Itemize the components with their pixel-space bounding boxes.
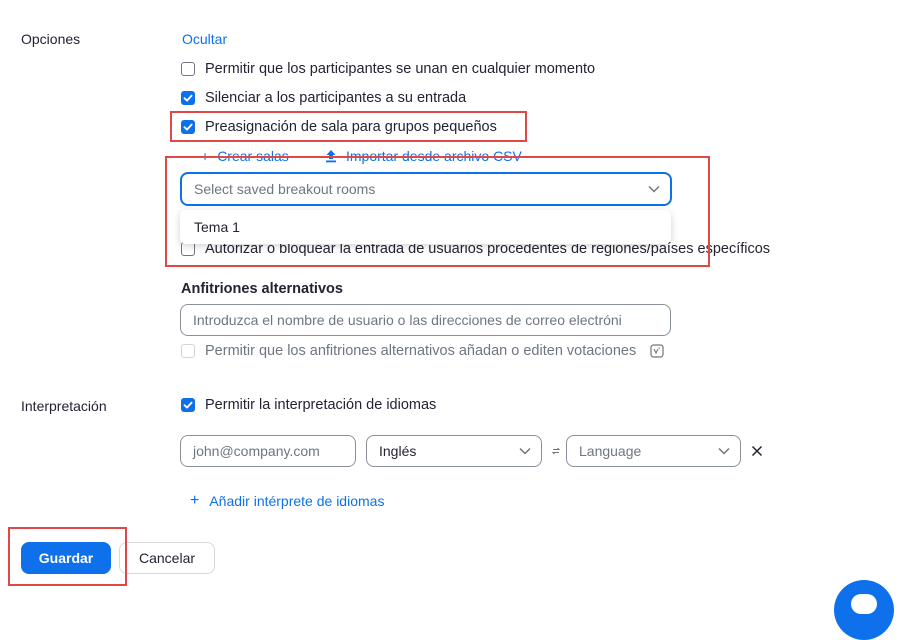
breakout-preassign-label: Preasignación de sala para grupos pequeñ…: [205, 119, 497, 135]
check-icon: [183, 401, 193, 409]
add-interpreter-link[interactable]: + Añadir intérprete de idiomas: [190, 492, 384, 510]
poll-icon: [650, 344, 664, 358]
chat-icon: [851, 594, 877, 614]
language-to-placeholder: Language: [579, 443, 642, 459]
saved-rooms-dropdown[interactable]: Tema 1: [180, 210, 671, 244]
save-button[interactable]: Guardar: [21, 542, 111, 574]
alt-hosts-input[interactable]: Introduzca el nombre de usuario o las di…: [180, 304, 671, 336]
allow-interpretation-checkbox[interactable]: [181, 398, 195, 412]
allow-join-anytime-label: Permitir que los participantes se unan e…: [205, 61, 596, 77]
upload-icon: [326, 150, 336, 163]
chevron-down-icon: [648, 185, 660, 193]
chevron-down-icon: [519, 447, 531, 455]
saved-rooms-placeholder: Select saved breakout rooms: [194, 181, 376, 197]
alt-hosts-title: Anfitriones alternativos: [181, 281, 343, 297]
dropdown-option-tema-1[interactable]: Tema 1: [194, 219, 240, 235]
language-from-value: Inglés: [379, 443, 417, 459]
remove-interpreter-close-icon[interactable]: [751, 445, 763, 457]
mute-on-entry-label: Silenciar a los participantes a su entra…: [205, 90, 467, 106]
chevron-down-icon: [718, 447, 730, 455]
interpretation-label: Interpretación: [21, 398, 107, 414]
language-from-select[interactable]: Inglés: [366, 435, 542, 467]
plus-icon: +: [190, 492, 200, 509]
breakout-preassign-row[interactable]: Preasignación de sala para grupos pequeñ…: [181, 119, 497, 135]
allow-interpretation-label: Permitir la interpretación de idiomas: [205, 397, 437, 413]
options-label: Opciones: [21, 31, 81, 47]
cancel-button[interactable]: Cancelar: [119, 542, 215, 574]
hide-link[interactable]: Ocultar: [182, 31, 227, 47]
allow-polls-row: Permitir que los anfitriones alternativo…: [181, 343, 664, 359]
allow-join-anytime-checkbox[interactable]: [181, 62, 195, 76]
allow-polls-label: Permitir que los anfitriones alternativo…: [205, 343, 637, 359]
allow-polls-checkbox: [181, 344, 195, 358]
import-csv-link[interactable]: Importar desde archivo CSV: [324, 148, 522, 164]
create-rooms-link[interactable]: + Crear salas: [201, 148, 289, 164]
saved-rooms-select[interactable]: Select saved breakout rooms: [180, 172, 672, 206]
breakout-preassign-checkbox[interactable]: [181, 120, 195, 134]
allow-interpretation-row[interactable]: Permitir la interpretación de idiomas: [181, 397, 436, 413]
mute-on-entry-row[interactable]: Silenciar a los participantes a su entra…: [181, 90, 466, 106]
language-to-select[interactable]: Language: [566, 435, 741, 467]
check-icon: [183, 94, 193, 102]
swap-icon: [551, 447, 561, 455]
region-block-checkbox[interactable]: [181, 242, 195, 256]
allow-join-anytime-row[interactable]: Permitir que los participantes se unan e…: [181, 61, 595, 77]
check-icon: [183, 123, 193, 131]
alt-hosts-placeholder: Introduzca el nombre de usuario o las di…: [193, 312, 622, 328]
chat-bubble-button[interactable]: [834, 580, 894, 640]
mute-on-entry-checkbox[interactable]: [181, 91, 195, 105]
plus-icon: +: [201, 148, 210, 164]
interpreter-email-input[interactable]: john@company.com: [180, 435, 356, 467]
interpreter-email-placeholder: john@company.com: [193, 443, 320, 459]
